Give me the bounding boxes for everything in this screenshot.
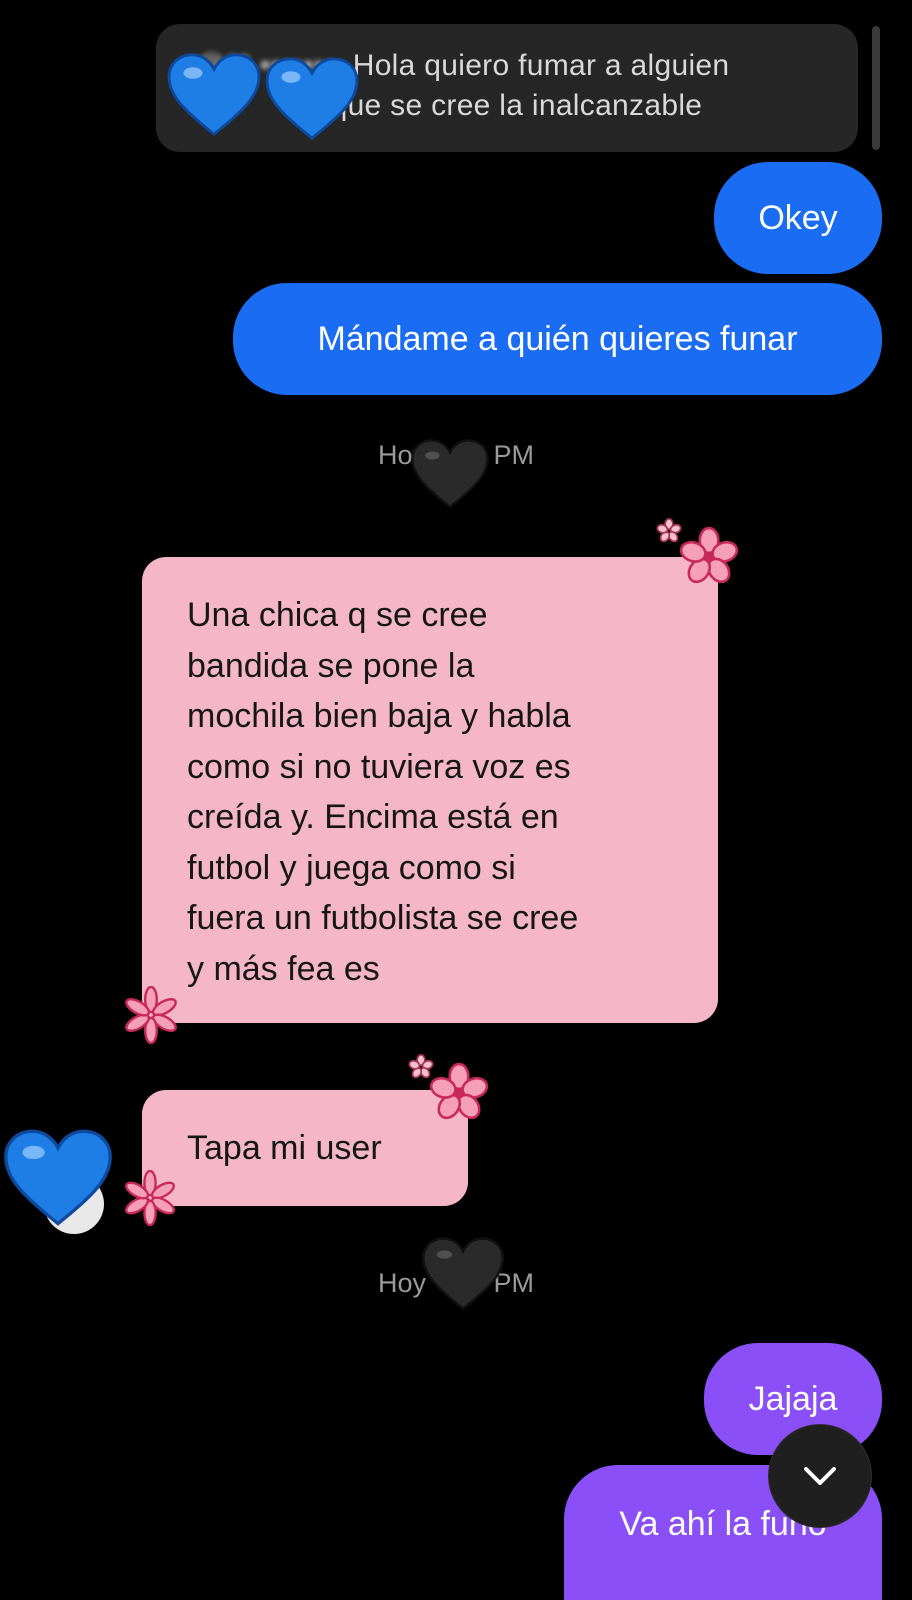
blue-heart-sticker [167,53,261,137]
message-line: y más fea es [187,949,380,988]
scrollbar[interactable] [872,26,880,150]
flower-sticker [429,1062,489,1120]
flower-sticker [408,1054,434,1079]
message-line: creída y. Encima está en [187,798,559,836]
message-text: Tapa mi user [187,1128,382,1167]
black-heart-sticker [411,439,489,509]
black-heart-sticker [422,1237,504,1311]
message-line: Una chica q se cree [187,596,488,634]
message-tapa[interactable]: Tapa mi user [142,1090,468,1206]
quoted-line-1: : Hola quiero fumar a alguien [335,49,730,82]
flower-sticker [125,986,177,1044]
message-long[interactable]: Una chica q se cree bandida se pone la m… [142,557,718,1023]
message-mandame[interactable]: Mándame a quién quieres funar [233,283,882,395]
flower-sticker [656,518,682,543]
chevron-down-icon [804,1467,836,1485]
flower-sticker [679,526,739,584]
blue-heart-sticker [265,57,359,141]
message-text: Jajaja [748,1379,838,1418]
message-line: fuera un futbolista se cree [187,899,579,937]
blue-heart-sticker [4,1129,112,1226]
flower-sticker [125,1170,175,1226]
message-line: futbol y juega como si [187,848,516,887]
message-text: Mándame a quién quieres funar [317,319,798,358]
message-line: mochila bien baja y habla [187,697,571,735]
message-text: Okey [758,198,838,237]
message-line: como si no tuviera voz es [187,747,571,786]
message-line: bandida se pone la [187,646,475,685]
scroll-to-bottom-button[interactable] [768,1424,872,1528]
message-okey[interactable]: Okey [714,162,882,274]
